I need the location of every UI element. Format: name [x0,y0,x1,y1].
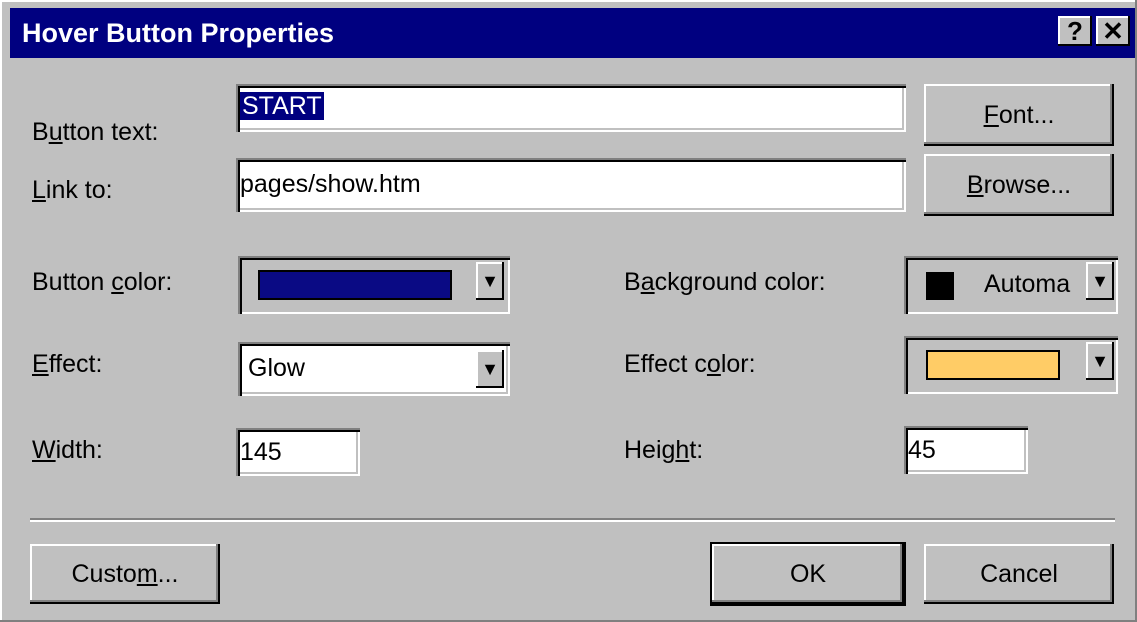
background-color-label: Background color: [624,268,826,296]
height-input[interactable]: 45 [904,426,1028,474]
width-label: Width: [32,436,103,464]
close-icon: ✕ [1102,16,1124,46]
height-label: Height: [624,436,704,464]
effect-color-swatch [926,350,1060,380]
height-value: 45 [908,436,936,464]
background-color-dropdown[interactable]: Automa ▼ [904,256,1118,314]
link-to-input[interactable]: pages/show.htm [236,158,906,212]
chevron-down-icon[interactable]: ▼ [476,350,504,388]
effect-label: Effect: [32,350,103,378]
effect-dropdown[interactable]: Glow ▼ [238,342,510,396]
custom-button[interactable]: Custom... [30,544,220,604]
chevron-down-icon[interactable]: ▼ [476,262,504,300]
width-input[interactable]: 145 [236,428,360,476]
browse-button[interactable]: Browse... [924,154,1114,216]
hover-button-properties-dialog: Hover Button Properties ? ✕ Button text:… [0,0,1137,622]
close-button[interactable]: ✕ [1096,16,1130,46]
window-title: Hover Button Properties [22,18,335,48]
title-bar[interactable]: Hover Button Properties ? ✕ [10,8,1135,58]
chevron-down-icon[interactable]: ▼ [1086,262,1114,300]
button-text-value: START [240,92,324,120]
cancel-button[interactable]: Cancel [924,544,1114,604]
width-value: 145 [240,438,282,466]
button-color-label: Button color: [32,268,173,296]
background-color-value: Automa [984,270,1071,298]
help-icon: ? [1067,16,1083,46]
button-color-swatch [258,270,452,300]
button-text-input[interactable]: START [236,84,906,132]
font-button[interactable]: Font... [924,84,1114,146]
chevron-down-icon[interactable]: ▼ [1086,342,1114,380]
background-color-swatch [926,272,954,300]
link-to-label: Link to: [32,176,113,204]
ok-button[interactable]: OK [710,542,906,606]
button-color-dropdown[interactable]: ▼ [238,256,510,314]
effect-value: Glow [248,354,305,382]
link-to-value: pages/show.htm [240,170,421,198]
effect-color-label: Effect color: [624,350,756,378]
help-button[interactable]: ? [1058,16,1092,46]
effect-color-dropdown[interactable]: ▼ [904,336,1118,394]
button-text-label: Button text: [32,118,159,146]
separator [30,518,1115,522]
